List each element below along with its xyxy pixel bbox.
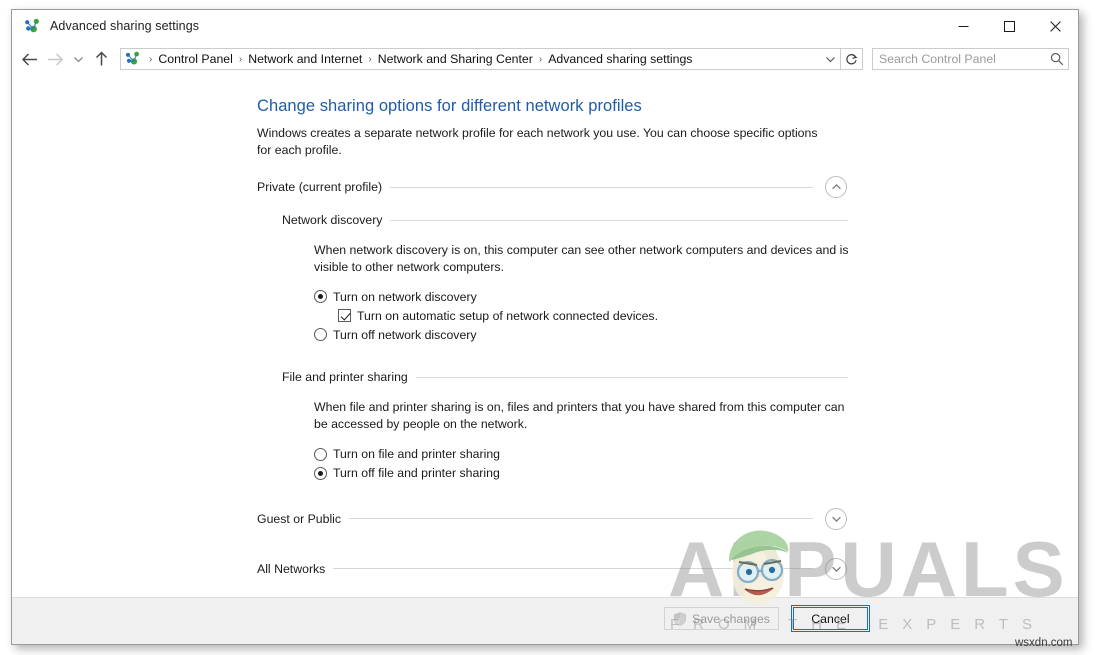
option-group-network-discovery: Turn on network discovery Turn on automa… [314,287,1078,344]
profile-rule [349,518,813,520]
option-label: Turn off network discovery [333,327,477,342]
profile-header-all-networks[interactable]: All Networks [257,557,847,580]
chevron-down-icon[interactable] [825,557,847,580]
section-rule [390,219,848,221]
content-inner: Change sharing options for different net… [12,76,1078,580]
footer-buttons: Save changes Cancel [664,605,870,632]
close-button[interactable] [1032,10,1078,42]
page-description: Windows creates a separate network profi… [257,126,818,157]
profile-header-private[interactable]: Private (current profile) [257,176,847,198]
radio-turn-off-file-and-printer-sharing[interactable] [314,466,327,480]
up-button[interactable] [88,46,114,72]
page-title: Change sharing options for different net… [257,97,642,115]
chevron-down-icon[interactable] [825,507,847,530]
navigation-toolbar: › Control Panel › Network and Internet ›… [12,42,1078,76]
watermark-site-label: wsxdn.com [1015,637,1073,649]
save-changes-label: Save changes [692,611,770,626]
breadcrumb-separator: › [238,53,243,65]
profile-header-guest-or-public[interactable]: Guest or Public [257,507,847,530]
window-controls [940,10,1078,42]
option-turn-off-file-and-printer-sharing[interactable]: Turn off file and printer sharing [314,464,1078,483]
breadcrumb-advanced-sharing-settings[interactable]: Advanced sharing settings [546,52,694,66]
breadcrumb-network-and-sharing-center[interactable]: Network and Sharing Center [376,52,535,66]
cancel-label: Cancel [811,611,850,626]
profile-title-private: Private (current profile) [257,180,383,194]
window-title-bar: Advanced sharing settings [12,10,1078,42]
option-turn-on-network-discovery[interactable]: Turn on network discovery [314,287,1078,306]
network-sharing-icon [125,51,141,67]
section-title-file-and-printer-sharing: File and printer sharing [282,370,408,385]
section-description-network-discovery: When network discovery is on, this compu… [314,243,849,274]
address-chevron-down-icon[interactable] [820,49,840,69]
breadcrumb-control-panel[interactable]: Control Panel [156,52,235,66]
radio-turn-on-network-discovery[interactable] [314,290,327,304]
window-title: Advanced sharing settings [50,19,200,33]
section-title-network-discovery: Network discovery [282,213,383,227]
back-button[interactable] [16,46,42,72]
maximize-button[interactable] [986,10,1032,42]
option-label: Turn off file and printer sharing [333,466,500,481]
refresh-icon[interactable] [841,48,863,70]
option-automatic-setup[interactable]: Turn on automatic setup of network conne… [338,306,1078,325]
option-label: Turn on network discovery [333,289,477,304]
breadcrumb-separator: › [368,53,372,65]
chevron-up-icon[interactable] [825,176,847,198]
breadcrumb-separator: › [149,53,153,65]
profile-title-all-networks: All Networks [257,561,326,576]
radio-turn-on-file-and-printer-sharing[interactable] [314,447,327,461]
address-bar[interactable]: › Control Panel › Network and Internet ›… [120,48,841,70]
profile-rule [390,186,813,188]
search-input[interactable] [873,51,1046,67]
recent-locations-chevron-down-icon[interactable] [68,46,88,72]
cancel-button[interactable]: Cancel [790,605,870,632]
checkbox-automatic-setup[interactable] [338,309,351,323]
footer-bar: Save changes Cancel [12,597,1078,644]
minimize-button[interactable] [940,10,986,42]
option-label: Turn on automatic setup of network conne… [357,308,658,323]
option-turn-off-network-discovery[interactable]: Turn off network discovery [314,325,1078,344]
forward-button [42,46,68,72]
breadcrumb-network-and-internet[interactable]: Network and Internet [246,52,364,66]
search-icon[interactable] [1046,49,1068,69]
network-sharing-icon [24,18,41,35]
advanced-sharing-settings-window: Advanced sharing settings › Control Pane… [11,9,1079,645]
profile-title-guest-or-public: Guest or Public [257,511,342,526]
save-changes-button[interactable]: Save changes [664,607,779,630]
radio-turn-off-network-discovery[interactable] [314,328,327,342]
option-label: Turn on file and printer sharing [333,447,501,462]
section-header-file-and-printer-sharing: File and printer sharing [282,370,848,384]
desktop-background: Advanced sharing settings › Control Pane… [0,0,1095,655]
profile-rule [333,568,813,570]
section-description-file-and-printer-sharing: When file and printer sharing is on, fil… [314,400,845,431]
section-rule [415,376,848,378]
section-header-network-discovery: Network discovery [282,213,848,227]
option-group-file-and-printer-sharing: Turn on file and printer sharing Turn of… [314,445,1078,483]
content-pane: Change sharing options for different net… [12,76,1078,598]
option-turn-on-file-and-printer-sharing[interactable]: Turn on file and printer sharing [314,445,1078,464]
uac-shield-icon [673,611,687,626]
search-box[interactable] [872,48,1069,70]
breadcrumb-separator: › [538,53,543,65]
